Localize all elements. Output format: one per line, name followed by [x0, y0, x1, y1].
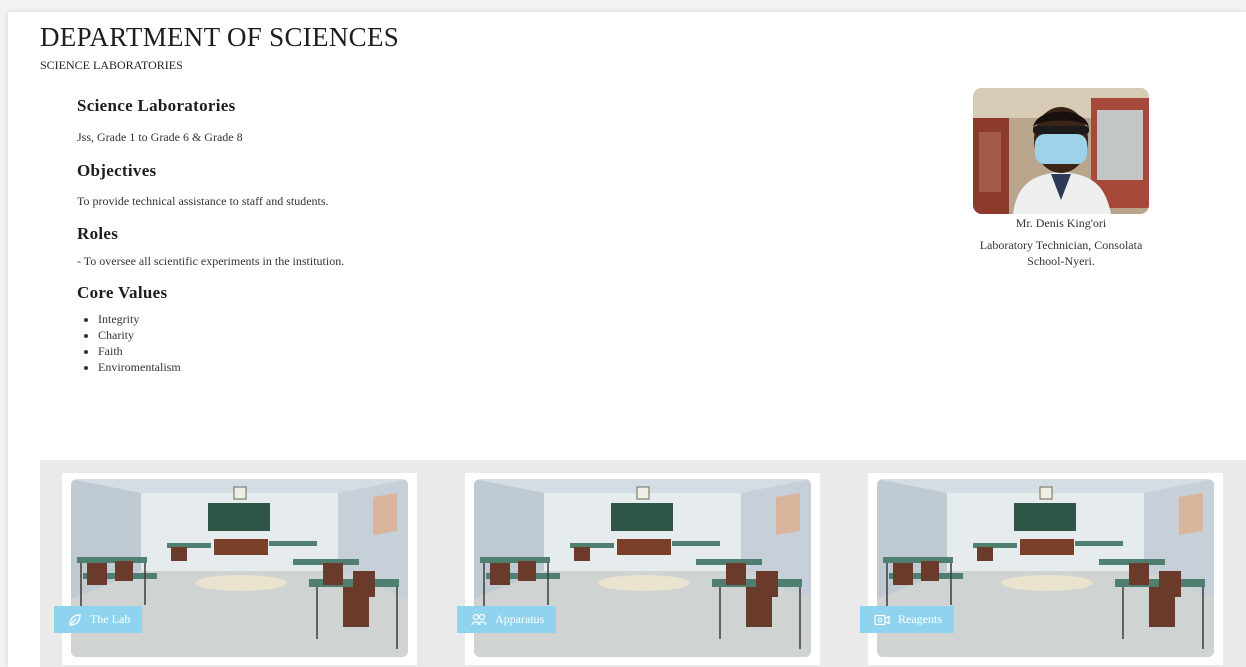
page-container: DEPARTMENT OF SCIENCES SCIENCE LABORATOR… [8, 12, 1246, 667]
staff-role-line: Laboratory Technician, Consolata [979, 238, 1143, 252]
the-lab-button[interactable]: The Lab [54, 606, 143, 633]
core-values-heading: Core Values [77, 283, 168, 302]
staff-role: Laboratory Technician, Consolata School-… [946, 237, 1176, 269]
staff-name: Mr. Denis King'ori [1015, 216, 1107, 230]
gallery-card-the-lab[interactable]: The Lab [54, 473, 417, 665]
users-icon [471, 613, 487, 627]
science-labs-heading: Science Laboratories [77, 96, 236, 115]
apparatus-label: Apparatus [495, 612, 545, 626]
core-values-list: Integrity Charity Faith Enviromentalism [77, 311, 181, 375]
leaf-icon [68, 613, 82, 627]
objectives-heading: Objectives [77, 161, 157, 180]
objectives-text: To provide technical assistance to staff… [77, 194, 329, 208]
list-item: Charity [98, 327, 181, 343]
gallery-section: The Lab Apparatus Reagents [40, 460, 1246, 667]
staff-role-line: School-Nyeri. [1027, 254, 1095, 268]
roles-heading: Roles [77, 224, 119, 243]
reagents-label: Reagents [898, 612, 942, 626]
page-subtitle: SCIENCE LABORATORIES [40, 58, 183, 72]
page-title: DEPARTMENT OF SCIENCES [40, 22, 400, 52]
reagents-button[interactable]: Reagents [860, 606, 954, 633]
list-item: Integrity [98, 311, 181, 327]
gallery-card-apparatus[interactable]: Apparatus [457, 473, 820, 665]
the-lab-label: The Lab [90, 612, 131, 626]
staff-photo [973, 88, 1149, 214]
science-labs-text: Jss, Grade 1 to Grade 6 & Grade 8 [77, 130, 243, 144]
staff-profile: Mr. Denis King'ori Laboratory Technician… [946, 88, 1176, 269]
list-item: Faith [98, 343, 181, 359]
apparatus-button[interactable]: Apparatus [457, 606, 557, 633]
video-icon [874, 614, 890, 626]
list-item: Enviromentalism [98, 359, 181, 375]
roles-text: - To oversee all scientific experiments … [77, 254, 345, 268]
gallery-card-reagents[interactable]: Reagents [860, 473, 1223, 665]
